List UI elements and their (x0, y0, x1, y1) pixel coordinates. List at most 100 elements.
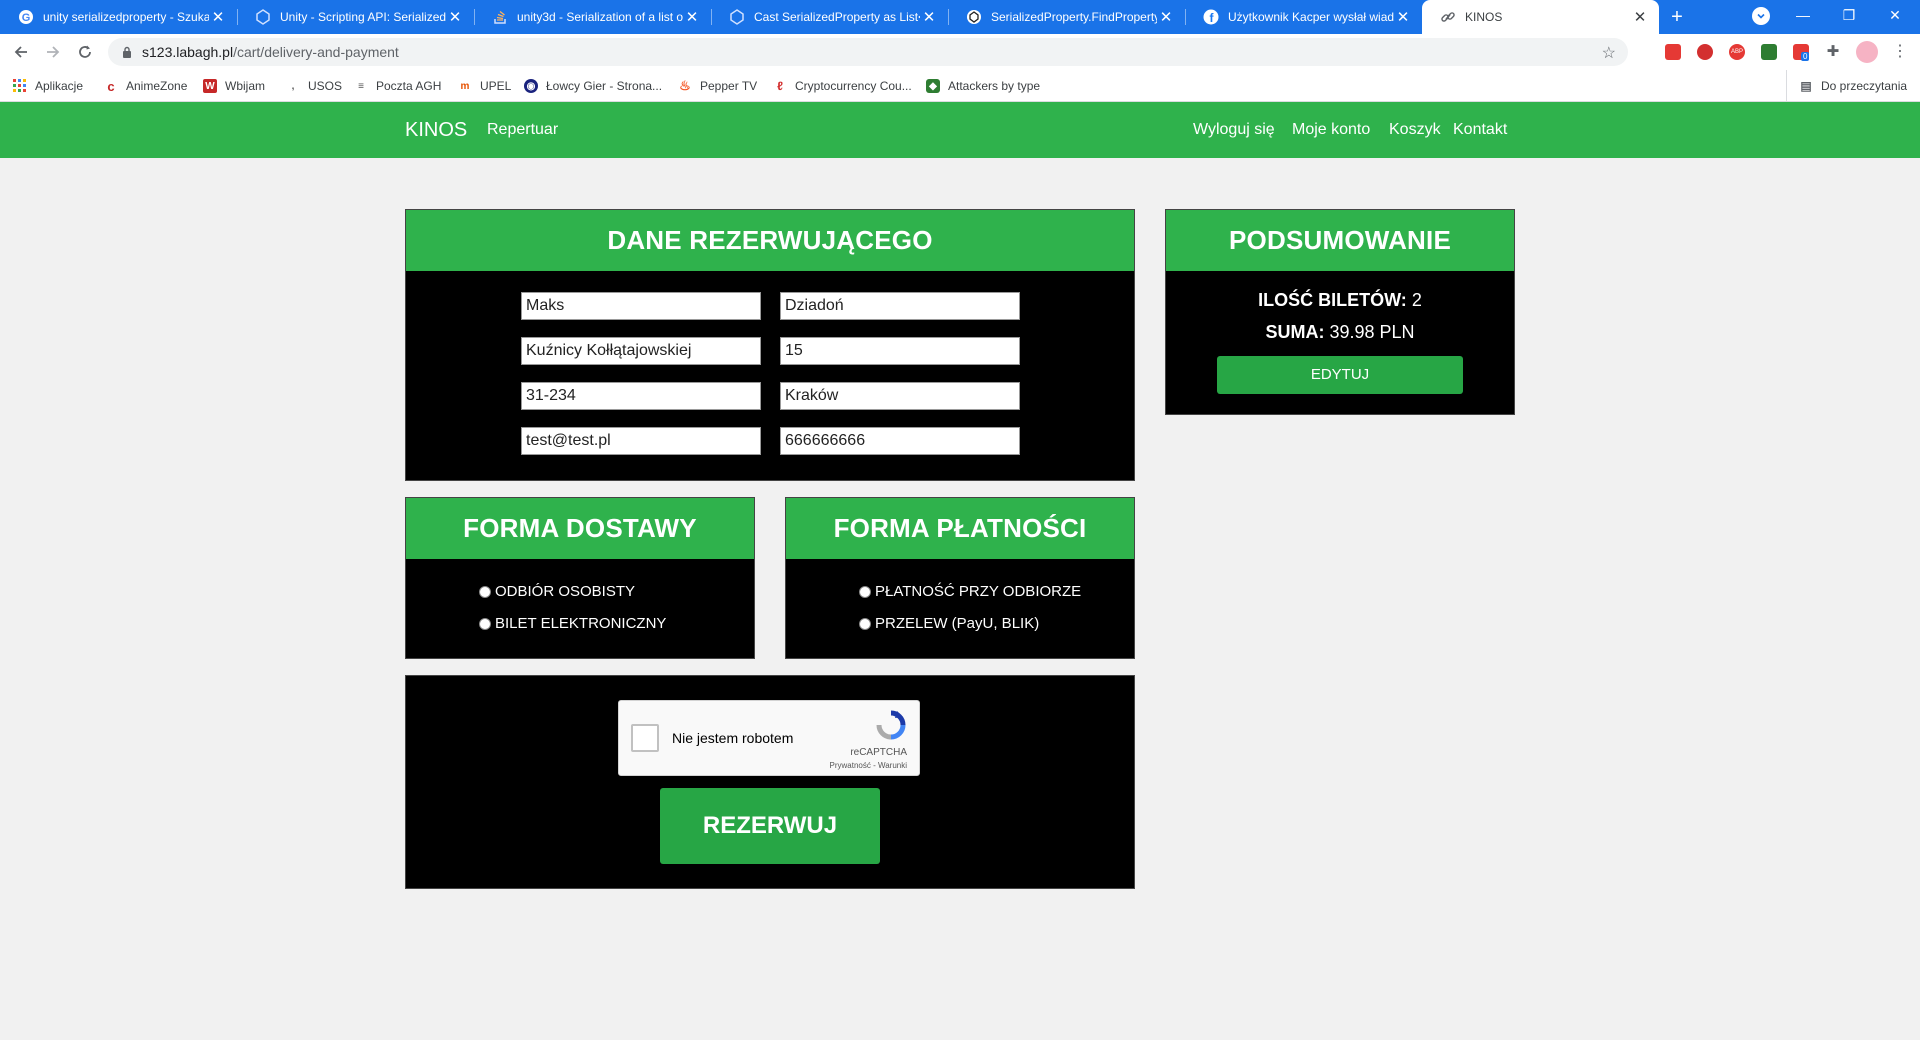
bookmark-label: Wbijam (225, 79, 266, 93)
bookmark-item[interactable]: ℓ Cryptocurrency Cou... (773, 70, 912, 102)
browser-tab-stackoverflow[interactable]: unity3d - Serialization of a list of ✕ (474, 0, 711, 34)
lowcy-icon: ◉ (524, 79, 538, 93)
browser-toolbar: s123.labagh.pl/cart/delivery-and-payment… (0, 34, 1920, 70)
tab-close-icon[interactable]: ✕ (1394, 8, 1412, 26)
browser-tab-unity-docs[interactable]: SerializedProperty.FindPropertyR ✕ (948, 0, 1185, 34)
tab-close-icon[interactable]: ✕ (920, 8, 938, 26)
nav-link-my-account[interactable]: Moje konto (1292, 121, 1370, 139)
delivery-option-pickup[interactable]: ODBIÓR OSOBISTY (479, 583, 635, 600)
back-arrow-icon[interactable] (9, 40, 33, 64)
extension-abp-icon[interactable]: ABP (1729, 44, 1745, 60)
bookmark-item[interactable]: ≡ Poczta AGH (354, 70, 441, 102)
browser-tab-facebook[interactable]: f Użytkownik Kacper wysłał wiado ✕ (1185, 0, 1422, 34)
site-brand[interactable]: KINOS (405, 119, 467, 142)
reload-icon[interactable] (73, 40, 97, 64)
browser-tab-kinos[interactable]: KINOS ✕ (1422, 0, 1659, 34)
tab-title: KINOS (1465, 10, 1503, 24)
recaptcha-label: Nie jestem robotem (672, 730, 794, 746)
bookmark-item[interactable]: , USOS (286, 70, 342, 102)
upel-icon: m (460, 80, 470, 92)
apps-grid-icon (13, 79, 27, 93)
radio-button[interactable] (859, 617, 871, 630)
restore-icon[interactable]: ❐ (1826, 0, 1872, 30)
bookmark-item[interactable]: c AnimeZone (104, 70, 187, 102)
street-field[interactable] (521, 337, 761, 365)
nav-link-logout[interactable]: Wyloguj się (1193, 121, 1275, 139)
tab-title: Użytkownik Kacper wysłał wiado (1228, 10, 1394, 24)
bookmark-item[interactable]: ♨ Pepper TV (678, 70, 757, 102)
summary-title: PODSUMOWANIE (1166, 210, 1514, 271)
nav-link-cart[interactable]: Koszyk (1389, 121, 1441, 139)
unity-icon (255, 9, 271, 25)
edit-button[interactable]: EDYTUJ (1217, 356, 1463, 394)
forward-arrow-icon[interactable] (41, 40, 65, 64)
tab-title: unity serializedproperty - Szukaj (43, 10, 209, 24)
avatar[interactable] (1856, 41, 1878, 63)
payment-option-cod[interactable]: PŁATNOŚĆ PRZY ODBIORZE (859, 583, 1081, 600)
recaptcha-terms-link[interactable]: Prywatność - Warunki (830, 761, 908, 770)
radio-button[interactable] (859, 585, 871, 598)
tab-close-icon[interactable]: ✕ (683, 8, 701, 26)
city-field[interactable] (780, 382, 1020, 410)
recaptcha-logo-icon (875, 709, 907, 741)
recaptcha-widget: Nie jestem robotem reCAPTCHA Prywatność … (618, 700, 920, 776)
tickets-value: 2 (1411, 290, 1422, 310)
bookmark-star-icon[interactable]: ☆ (1602, 43, 1616, 63)
reserve-button[interactable]: REZERWUJ (660, 788, 880, 864)
minimize-icon[interactable]: — (1780, 0, 1826, 30)
delivery-panel: FORMA DOSTAWY ODBIÓR OSOBISTY BILET ELEK… (405, 497, 755, 659)
delivery-option-eticket[interactable]: BILET ELEKTRONICZNY (479, 615, 666, 632)
extension-adblock-icon[interactable] (1697, 44, 1713, 60)
svg-text:G: G (22, 12, 31, 24)
tab-close-icon[interactable]: ✕ (446, 8, 464, 26)
address-bar[interactable]: s123.labagh.pl/cart/delivery-and-payment… (108, 38, 1628, 66)
reservation-panel: DANE REZERWUJĄCEGO (405, 209, 1135, 481)
bookmark-label: Aplikacje (35, 79, 84, 93)
new-tab-icon[interactable]: + (1659, 0, 1695, 34)
payment-option-transfer[interactable]: PRZELEW (PayU, BLIK) (859, 615, 1039, 632)
tab-search-icon[interactable] (1752, 7, 1770, 25)
phone-field[interactable] (780, 427, 1020, 455)
extension-youtube-icon[interactable] (1665, 44, 1681, 60)
bookmark-item[interactable]: m UPEL (458, 70, 512, 102)
link-icon (1440, 9, 1456, 25)
extension-red-icon[interactable]: 0 (1793, 44, 1810, 61)
extensions-puzzle-icon[interactable]: ✚ (1825, 44, 1841, 60)
last-name-field[interactable] (780, 292, 1020, 320)
window-close-icon[interactable]: ✕ (1872, 0, 1918, 30)
tab-title: Cast SerializedProperty as List<C (754, 10, 920, 24)
bookmark-label: Cryptocurrency Cou... (795, 79, 912, 93)
bookmark-label: Pepper TV (700, 79, 758, 93)
email-field[interactable] (521, 427, 761, 455)
recaptcha-checkbox[interactable] (631, 724, 659, 752)
bookmark-item[interactable]: W Wbijam (203, 70, 265, 102)
browser-tab-unity-scripting[interactable]: Unity - Scripting API: SerializedP ✕ (237, 0, 474, 34)
sum-value: 39.98 PLN (1329, 322, 1415, 342)
tab-close-icon[interactable]: ✕ (209, 8, 227, 26)
url-path: /cart/delivery-and-payment (233, 44, 399, 60)
reading-list[interactable]: ▤ Do przeczytania (1786, 70, 1907, 102)
postal-code-field[interactable] (521, 382, 761, 410)
house-number-field[interactable] (780, 337, 1020, 365)
extension-green-icon[interactable] (1761, 44, 1777, 60)
nav-link-contact[interactable]: Kontakt (1453, 121, 1507, 139)
first-name-field[interactable] (521, 292, 761, 320)
menu-kebab-icon[interactable]: ⋮ (1892, 44, 1908, 60)
sum-total: SUMA: 39.98 PLN (1166, 322, 1514, 343)
crypto-icon: ℓ (777, 79, 783, 93)
bookmark-item[interactable]: Aplikacje (13, 70, 83, 102)
radio-button[interactable] (479, 617, 491, 630)
tab-title: Unity - Scripting API: SerializedP (280, 10, 446, 24)
tab-close-icon[interactable]: ✕ (1157, 8, 1175, 26)
delivery-option-label: ODBIÓR OSOBISTY (495, 583, 636, 600)
bookmark-item[interactable]: ◉ Łowcy Gier - Strona... (524, 70, 662, 102)
tab-close-icon[interactable]: ✕ (1631, 8, 1649, 26)
bookmark-item[interactable]: ◆ Attackers by type (926, 70, 1040, 102)
animezone-icon: c (107, 78, 115, 94)
payment-option-label: PŁATNOŚĆ PRZY ODBIORZE (875, 583, 1082, 600)
browser-tab-unity-answers[interactable]: Cast SerializedProperty as List<C ✕ (711, 0, 948, 34)
radio-button[interactable] (479, 585, 491, 598)
nav-link-repertuar[interactable]: Repertuar (487, 121, 558, 139)
browser-tab-google[interactable]: G unity serializedproperty - Szukaj ✕ (0, 0, 237, 34)
bookmark-label: Attackers by type (948, 79, 1041, 93)
